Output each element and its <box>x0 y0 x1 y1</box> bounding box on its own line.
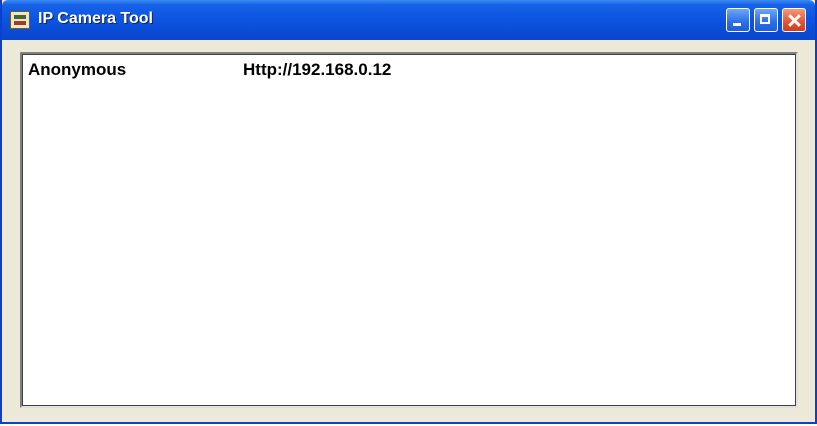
camera-tool-icon[interactable] <box>10 11 30 29</box>
minimize-button[interactable] <box>726 8 750 32</box>
list-item[interactable]: Anonymous Http://192.168.0.12 <box>22 58 796 80</box>
maximize-button[interactable] <box>754 8 778 32</box>
window-title: IP Camera Tool <box>38 10 153 27</box>
ip-camera-tool-window: IP Camera Tool Anonymous Http://192.168.… <box>0 0 817 424</box>
title-bar[interactable]: IP Camera Tool <box>2 0 815 40</box>
device-url: Http://192.168.0.12 <box>243 60 392 79</box>
close-button[interactable] <box>782 8 806 32</box>
device-user-name: Anonymous <box>28 60 127 79</box>
device-list[interactable]: Anonymous Http://192.168.0.12 <box>20 52 798 408</box>
